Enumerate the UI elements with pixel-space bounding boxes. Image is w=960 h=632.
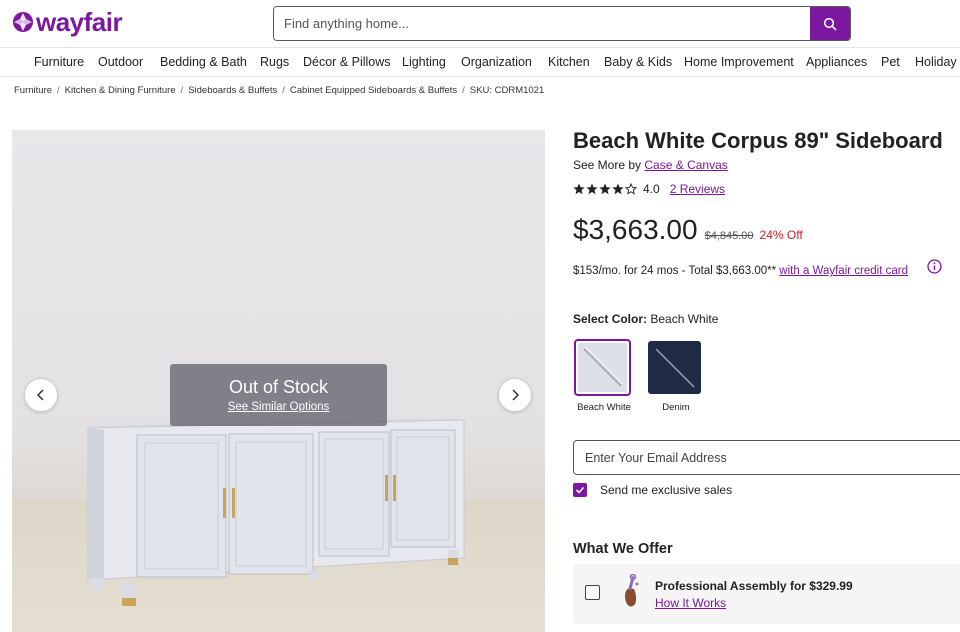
search-button[interactable] [810,7,850,40]
nav-item-rugs[interactable]: Rugs [260,55,289,69]
nav-item-home-improvement[interactable]: Home Improvement [684,55,794,69]
financing-text: $153/mo. for 24 mos - Total $3,663.00** … [573,265,908,277]
site-header: wayfair [0,0,960,48]
breadcrumb-separator: / [462,85,465,96]
sale-price: $3,663.00 [573,214,698,245]
exclusive-sales-option: Send me exclusive sales [573,483,732,497]
email-input[interactable] [573,440,960,475]
search-bar [273,6,851,41]
nav-item-holiday[interactable]: Holiday [915,55,957,69]
see-more-brand: See More by Case & Canvas [573,158,728,172]
assembly-checkbox[interactable] [585,585,600,600]
nav-item-kitchen[interactable]: Kitchen [548,55,590,69]
product-image[interactable]: Out of Stock See Similar Options [12,130,545,632]
color-swatch-denim[interactable] [648,341,701,394]
reviews-link[interactable]: 2 Reviews [670,182,725,196]
how-it-works-link[interactable]: How It Works [655,596,726,610]
out-of-stock-title: Out of Stock [228,377,329,397]
carousel-next-button[interactable] [498,378,532,412]
brand-link[interactable]: Case & Canvas [644,158,727,172]
breadcrumb-item[interactable]: Furniture [14,85,52,96]
chevron-right-icon [512,389,520,401]
color-swatch-beach-white[interactable] [574,339,631,396]
nav-item-pet[interactable]: Pet [881,55,900,69]
select-color-title: Select Color: [573,312,648,326]
category-nav: Furniture Outdoor Bedding & Bath Rugs Dé… [0,49,960,77]
nav-item-baby-kids[interactable]: Baby & Kids [604,55,672,69]
logo-text: wayfair [36,7,123,37]
star-empty-icon [625,183,637,195]
star-filled-icon [612,183,624,195]
discount-badge: 24% Off [759,228,803,242]
checkmark-icon [575,486,585,494]
nav-item-organization[interactable]: Organization [461,55,532,69]
swatch-label-denim: Denim [662,402,690,413]
selected-color: Beach White [650,312,719,326]
what-we-offer-heading: What We Offer [573,541,673,557]
swatch-beach-white-image [578,343,627,392]
see-similar-options-link[interactable]: See Similar Options [170,401,387,413]
wayfair-logo[interactable]: wayfair [12,7,123,37]
breadcrumb-separator: / [57,85,60,96]
rating-value: 4.0 [643,182,660,196]
assembly-tools-icon [625,574,639,607]
breadcrumb-separator: / [282,85,285,96]
nav-item-outdoor[interactable]: Outdoor [98,55,143,69]
nav-item-appliances[interactable]: Appliances [806,55,867,69]
chevron-left-icon [36,389,44,401]
swatch-label-beach-white: Beach White [577,402,631,413]
star-filled-icon [599,183,611,195]
star-filled-icon [573,183,585,195]
search-input[interactable] [274,7,810,40]
nav-item-lighting[interactable]: Lighting [402,55,446,69]
credit-card-link[interactable]: with a Wayfair credit card [779,265,908,277]
breadcrumb-sku: SKU: CDRM1021 [469,85,545,96]
swatch-denim-image [655,348,695,388]
original-price: $4,845.00 [704,230,754,242]
price-row: $3,663.00 $4,845.00 24% Off [573,214,803,246]
breadcrumb-item[interactable]: Sideboards & Buffets [188,85,277,96]
rating-row: 4.0 2 Reviews [573,182,725,196]
carousel-prev-button[interactable] [24,378,58,412]
breadcrumb: Furniture / Kitchen & Dining Furniture / Sid… [14,85,544,96]
exclusive-sales-checkbox[interactable] [573,483,587,497]
exclusive-sales-label: Send me exclusive sales [600,483,733,497]
breadcrumb-item[interactable]: Kitchen & Dining Furniture [65,85,176,96]
breadcrumb-item[interactable]: Cabinet Equipped Sideboards & Buffets [290,85,457,96]
nav-item-bedding-bath[interactable]: Bedding & Bath [160,55,247,69]
breadcrumb-separator: / [180,85,184,96]
star-filled-icon [586,183,598,195]
search-icon [823,17,837,30]
out-of-stock-overlay: Out of Stock See Similar Options [170,364,387,426]
assembly-offer-title: Professional Assembly for $329.99 [655,579,853,593]
assembly-offer-card: Professional Assembly for $329.99 How It… [573,564,960,624]
nav-item-decor-pillows[interactable]: Décor & Pillows [303,55,391,69]
wayfair-pinwheel-icon [13,12,33,32]
product-title: Beach White Corpus 89" Sideboard [573,128,943,153]
see-more-prefix: See More by [573,158,642,172]
info-icon[interactable] [927,259,942,274]
star-rating [573,183,637,195]
financing-terms: $153/mo. for 24 mos - Total $3,663.00** [573,265,777,277]
nav-item-furniture[interactable]: Furniture [34,55,84,69]
color-select-label: Select Color: Beach White [573,312,718,326]
